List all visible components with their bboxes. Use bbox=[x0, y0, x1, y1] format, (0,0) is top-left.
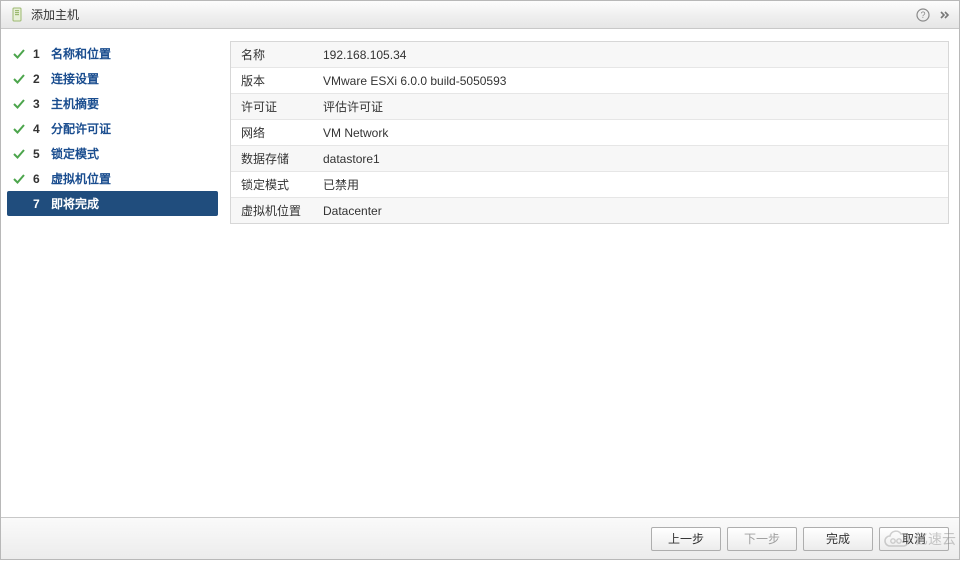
wizard-body: 1 名称和位置 2 连接设置 3 主机摘要 4 bbox=[1, 29, 959, 517]
steps-sidebar: 1 名称和位置 2 连接设置 3 主机摘要 4 bbox=[1, 29, 224, 517]
summary-val: VM Network bbox=[313, 122, 948, 144]
finish-button[interactable]: 完成 bbox=[803, 527, 873, 551]
step-number: 3 bbox=[33, 97, 43, 111]
summary-val: Datacenter bbox=[313, 200, 948, 222]
summary-row-vm-location: 虚拟机位置 Datacenter bbox=[231, 198, 948, 223]
checkmark-icon bbox=[13, 48, 25, 60]
summary-key: 虚拟机位置 bbox=[231, 198, 313, 223]
checkmark-icon bbox=[13, 173, 25, 185]
step-assign-license[interactable]: 4 分配许可证 bbox=[7, 116, 218, 141]
step-label: 主机摘要 bbox=[51, 95, 99, 112]
svg-text:?: ? bbox=[920, 10, 925, 20]
titlebar: 添加主机 ? bbox=[1, 1, 959, 29]
summary-key: 版本 bbox=[231, 68, 313, 93]
step-label: 名称和位置 bbox=[51, 45, 111, 62]
step-label: 虚拟机位置 bbox=[51, 170, 111, 187]
step-number: 2 bbox=[33, 72, 43, 86]
checkmark-icon bbox=[13, 123, 25, 135]
step-label: 分配许可证 bbox=[51, 120, 111, 137]
next-button: 下一步 bbox=[727, 527, 797, 551]
host-icon bbox=[9, 7, 25, 23]
summary-row-version: 版本 VMware ESXi 6.0.0 build-5050593 bbox=[231, 68, 948, 94]
summary-val: 评估许可证 bbox=[313, 94, 948, 119]
step-host-summary[interactable]: 3 主机摘要 bbox=[7, 91, 218, 116]
summary-content: 名称 192.168.105.34 版本 VMware ESXi 6.0.0 b… bbox=[224, 29, 959, 517]
step-number: 7 bbox=[33, 197, 43, 211]
summary-key: 名称 bbox=[231, 42, 313, 67]
checkmark-icon bbox=[13, 148, 25, 160]
summary-key: 锁定模式 bbox=[231, 172, 313, 197]
step-number: 6 bbox=[33, 172, 43, 186]
step-ready-to-complete[interactable]: 7 即将完成 bbox=[7, 191, 218, 216]
step-label: 锁定模式 bbox=[51, 145, 99, 162]
step-number: 5 bbox=[33, 147, 43, 161]
step-label: 即将完成 bbox=[51, 195, 99, 212]
wizard-footer: 上一步 下一步 完成 取消 bbox=[1, 517, 959, 559]
summary-row-lockdown: 锁定模式 已禁用 bbox=[231, 172, 948, 198]
summary-val: 192.168.105.34 bbox=[313, 44, 948, 66]
checkmark-icon bbox=[13, 98, 25, 110]
step-number: 4 bbox=[33, 122, 43, 136]
checkmark-icon bbox=[13, 73, 25, 85]
summary-val: 已禁用 bbox=[313, 172, 948, 197]
step-number: 1 bbox=[33, 47, 43, 61]
summary-key: 许可证 bbox=[231, 94, 313, 119]
summary-row-license: 许可证 评估许可证 bbox=[231, 94, 948, 120]
summary-table: 名称 192.168.105.34 版本 VMware ESXi 6.0.0 b… bbox=[230, 41, 949, 224]
step-label: 连接设置 bbox=[51, 70, 99, 87]
summary-val: VMware ESXi 6.0.0 build-5050593 bbox=[313, 70, 948, 92]
summary-row-name: 名称 192.168.105.34 bbox=[231, 42, 948, 68]
help-icon[interactable]: ? bbox=[915, 7, 931, 23]
expand-icon[interactable] bbox=[937, 7, 953, 23]
summary-key: 数据存储 bbox=[231, 146, 313, 171]
summary-row-network: 网络 VM Network bbox=[231, 120, 948, 146]
step-lockdown-mode[interactable]: 5 锁定模式 bbox=[7, 141, 218, 166]
window-title: 添加主机 bbox=[31, 6, 909, 23]
step-vm-location[interactable]: 6 虚拟机位置 bbox=[7, 166, 218, 191]
step-connection-settings[interactable]: 2 连接设置 bbox=[7, 66, 218, 91]
step-name-location[interactable]: 1 名称和位置 bbox=[7, 41, 218, 66]
summary-row-datastore: 数据存储 datastore1 bbox=[231, 146, 948, 172]
wizard-window: 添加主机 ? 1 名称和位置 bbox=[0, 0, 960, 560]
summary-val: datastore1 bbox=[313, 148, 948, 170]
summary-key: 网络 bbox=[231, 120, 313, 145]
back-button[interactable]: 上一步 bbox=[651, 527, 721, 551]
cancel-button[interactable]: 取消 bbox=[879, 527, 949, 551]
